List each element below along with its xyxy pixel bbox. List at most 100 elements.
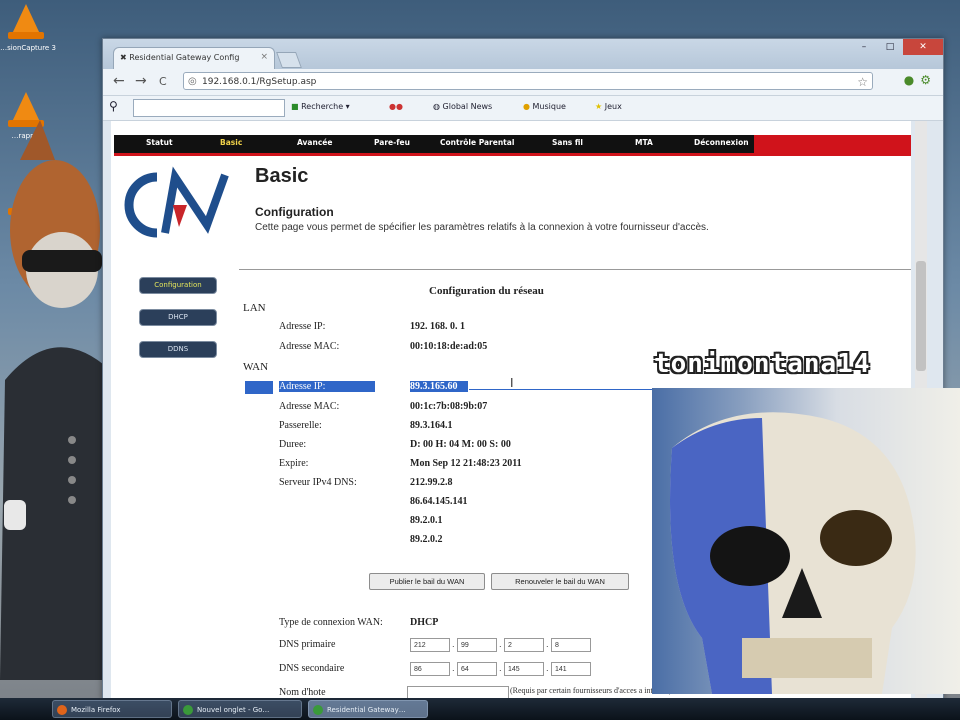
scrollbar-thumb[interactable] xyxy=(916,261,926,371)
octet-separator: . xyxy=(499,664,502,673)
close-button[interactable]: ✕ xyxy=(903,39,943,55)
menu-bar-accent xyxy=(754,135,911,153)
music-icon: ● xyxy=(523,102,533,111)
wan-dns-value-2: 86.64.145.141 xyxy=(410,496,468,507)
toolbar-widget-icons[interactable]: ●● xyxy=(389,102,403,111)
skull-image xyxy=(670,412,916,694)
octet-separator: . xyxy=(452,664,455,673)
octet-separator: . xyxy=(546,640,549,649)
desktop-shortcut-1[interactable]: …sionCapture 3 xyxy=(0,4,56,52)
sidebar-dhcp[interactable]: DHCP xyxy=(139,309,217,326)
taskbar-item-label: Nouvel onglet - Go… xyxy=(197,706,270,714)
lan-mac-label: Adresse MAC: xyxy=(279,341,340,352)
wan-gateway-value: 89.3.164.1 xyxy=(410,420,453,431)
wan-expires-value: Mon Sep 12 21:48:23 2011 xyxy=(410,458,522,469)
text-cursor-icon: I xyxy=(510,376,514,390)
vlc-cone-icon xyxy=(8,92,44,127)
address-bar[interactable]: ◎ 192.168.0.1/RgSetup.asp ☆ xyxy=(183,72,873,90)
new-tab-button[interactable] xyxy=(276,52,302,68)
chrome-icon xyxy=(183,705,193,715)
wan-duration-label: Duree: xyxy=(279,439,307,450)
lan-ip-value: 192. 168. 0. 1 xyxy=(410,321,465,332)
cn-logo xyxy=(124,166,229,238)
wan-mac-value: 00:1c:7b:08:9b:07 xyxy=(410,401,488,412)
toolbar-search-input[interactable] xyxy=(133,99,285,117)
tab-title: Residential Gateway Config xyxy=(129,53,240,62)
wan-type-value: DHCP xyxy=(410,617,439,628)
maximize-button[interactable]: □ xyxy=(877,39,903,55)
sidebar-ddns[interactable]: DDNS xyxy=(139,341,217,358)
globe-icon: ◍ xyxy=(433,102,443,111)
taskbar-item-1[interactable]: Mozilla Firefox xyxy=(52,700,172,718)
bookmarks-bar: ⚲ ■ Recherche ▾ ●● ◍ Global News ● Musiq… xyxy=(103,96,943,121)
search-icon[interactable]: ⚲ xyxy=(109,99,118,113)
star-icon: ★ xyxy=(595,102,605,111)
dns-primary-octet-1[interactable]: 212 xyxy=(410,638,450,652)
streamer-watermark: tonimontana14 xyxy=(654,349,871,379)
menu-avancee[interactable]: Avancée xyxy=(297,138,332,147)
toolbar-search-button[interactable]: ■ Recherche ▾ xyxy=(291,102,350,111)
dns-secondary-octet-3[interactable]: 145 xyxy=(504,662,544,676)
selection-highlight xyxy=(245,381,273,394)
menu-mta[interactable]: MTA xyxy=(635,138,653,147)
menu-pare-feu[interactable]: Pare-feu xyxy=(374,138,410,147)
octet-separator: . xyxy=(452,640,455,649)
page-description: Cette page vous permet de spécifier les … xyxy=(255,222,709,233)
firefox-icon xyxy=(57,705,67,715)
release-wan-lease-button[interactable]: Publier le bail du WAN xyxy=(369,573,485,590)
tab-close-icon[interactable]: × xyxy=(260,52,268,62)
bookmark-star-icon[interactable]: ☆ xyxy=(857,73,868,91)
hostname-label: Nom d'hote xyxy=(279,687,326,698)
window-controls: – □ ✕ xyxy=(851,39,943,55)
dns-primary-octet-4[interactable]: 8 xyxy=(551,638,591,652)
taskbar: Mozilla Firefox Nouvel onglet - Go… Resi… xyxy=(0,698,960,720)
taskbar-item-label: Mozilla Firefox xyxy=(71,706,121,714)
octet-separator: . xyxy=(546,664,549,673)
wan-dns-value-4: 89.2.0.2 xyxy=(410,534,443,545)
reload-button[interactable]: C xyxy=(159,75,167,88)
minimize-button[interactable]: – xyxy=(851,39,877,55)
menu-statut[interactable]: Statut xyxy=(146,138,173,147)
dns-secondary-octet-1[interactable]: 86 xyxy=(410,662,450,676)
page-title: Basic xyxy=(255,165,309,187)
section-heading: Configuration xyxy=(255,205,334,219)
wan-group-label: WAN xyxy=(243,361,269,373)
router-menu-bar: Statut Basic Avancée Pare-feu Contrôle P… xyxy=(114,135,911,156)
lan-group-label: LAN xyxy=(243,302,266,314)
address-text: 192.168.0.1/RgSetup.asp xyxy=(202,77,317,87)
navigation-toolbar: ← → C ◎ 192.168.0.1/RgSetup.asp ☆ ●⚙ xyxy=(103,69,943,96)
wallpaper-donkey-mascot xyxy=(0,120,110,680)
menu-sans-fil[interactable]: Sans fil xyxy=(552,138,583,147)
hostname-note: (Requis par certain fournisseurs d'acces… xyxy=(510,686,672,695)
menu-basic[interactable]: Basic xyxy=(220,138,242,147)
bookmark-global-news[interactable]: ◍ Global News xyxy=(433,102,492,111)
extension-icons[interactable]: ●⚙ xyxy=(904,73,937,87)
wan-gateway-label: Passerelle: xyxy=(279,420,322,431)
dns-secondary-octet-4[interactable]: 141 xyxy=(551,662,591,676)
lan-mac-value: 00:10:18:de:ad:05 xyxy=(410,341,488,352)
menu-deconnexion[interactable]: Déconnexion xyxy=(694,138,749,147)
taskbar-item-2[interactable]: Nouvel onglet - Go… xyxy=(178,700,302,718)
menu-controle-parental[interactable]: Contrôle Parental xyxy=(440,138,514,147)
renew-wan-lease-button[interactable]: Renouveler le bail du WAN xyxy=(491,573,629,590)
octet-separator: . xyxy=(499,640,502,649)
sidebar-configuration[interactable]: Configuration xyxy=(139,277,217,294)
bookmark-musique[interactable]: ● Musique xyxy=(523,102,566,111)
selection-line xyxy=(469,389,659,390)
dns-primary-octet-3[interactable]: 2 xyxy=(504,638,544,652)
wan-dns-label: Serveur IPv4 DNS: xyxy=(279,477,357,488)
wan-expires-label: Expire: xyxy=(279,458,309,469)
back-button[interactable]: ← xyxy=(113,73,125,89)
tab-residential-gateway[interactable]: ✖ Residential Gateway Config × xyxy=(113,47,275,69)
dns-secondary-octet-2[interactable]: 64 xyxy=(457,662,497,676)
forward-button[interactable]: → xyxy=(135,73,147,89)
page-icon: ◎ xyxy=(188,76,197,87)
tool-icon: ✖ xyxy=(120,53,130,62)
vlc-cone-icon xyxy=(8,4,44,39)
wan-type-label: Type de connexion WAN: xyxy=(279,617,383,628)
webcam-overlay xyxy=(652,388,960,694)
taskbar-item-3[interactable]: Residential Gateway… xyxy=(308,700,428,718)
dns-primary-octet-2[interactable]: 99 xyxy=(457,638,497,652)
desktop-shortcut-label: …sionCapture 3 xyxy=(0,44,56,52)
bookmark-jeux[interactable]: ★ Jeux xyxy=(595,102,622,111)
